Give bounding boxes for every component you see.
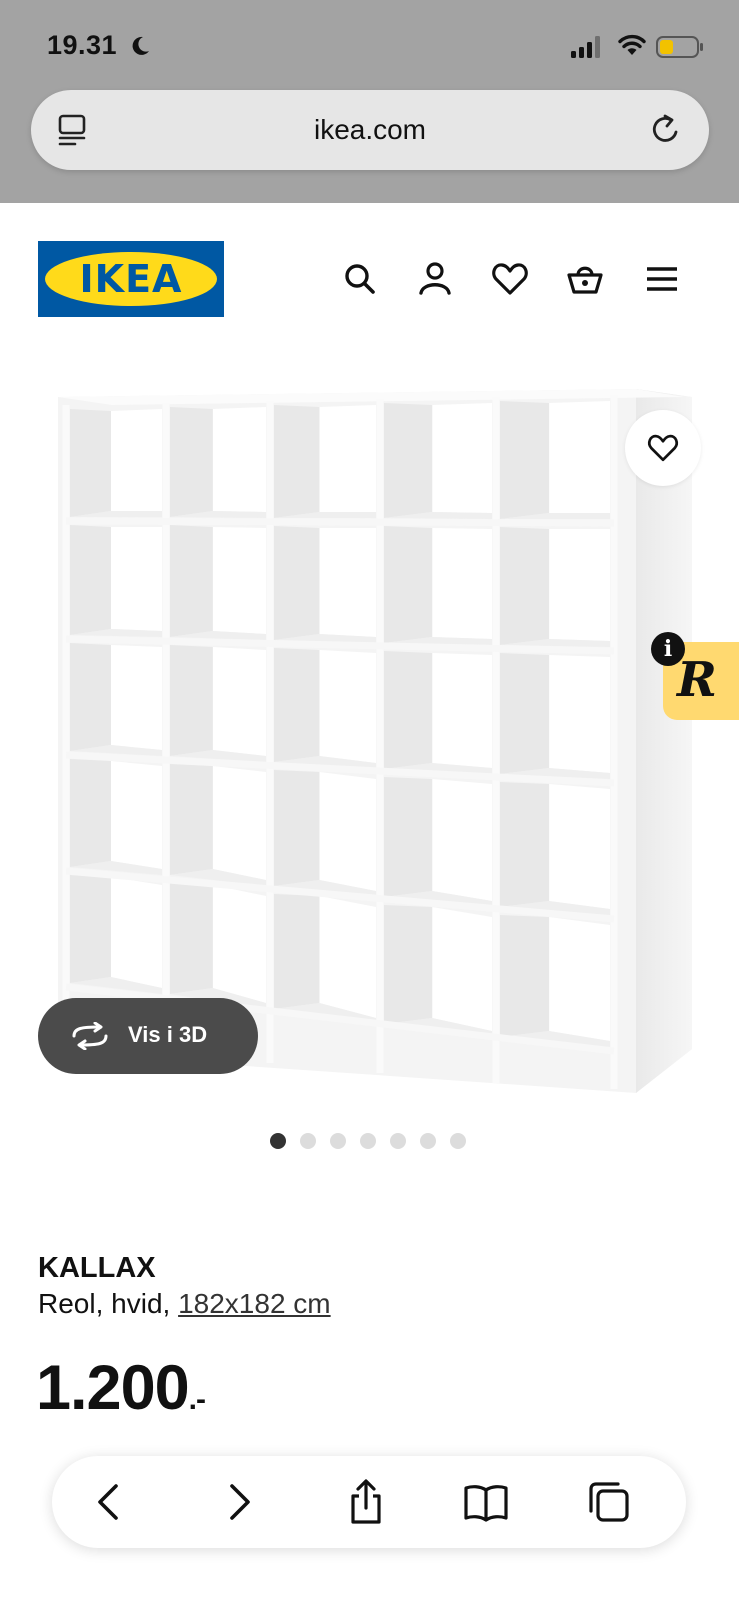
browser-top-chrome: 19.31 ikea.com	[0, 0, 739, 203]
reload-icon[interactable]	[649, 112, 683, 148]
carousel-dot[interactable]	[270, 1133, 286, 1149]
view-in-3d-label: Vis i 3D	[128, 1022, 208, 1047]
cellular-signal-icon	[571, 36, 600, 58]
rakuten-r-icon: R	[677, 652, 717, 708]
ikea-logo[interactable]: IKEA	[38, 241, 224, 317]
product-name: KALLAX	[38, 1252, 156, 1284]
account-icon[interactable]	[416, 260, 454, 298]
basket-icon[interactable]	[566, 260, 604, 298]
svg-text:IKEA: IKEA	[80, 257, 183, 301]
product-size-link[interactable]: 182x182 cm	[178, 1288, 331, 1319]
wifi-icon	[618, 34, 646, 55]
share-icon[interactable]	[342, 1478, 390, 1526]
heart-icon[interactable]	[491, 260, 529, 298]
product-description: Reol, hvid, 182x182 cm	[38, 1288, 331, 1320]
favourite-button[interactable]	[625, 410, 701, 486]
moon-icon	[132, 36, 149, 55]
browser-bottom-toolbar	[52, 1456, 686, 1548]
carousel-dot[interactable]	[450, 1133, 466, 1149]
product-price: 1.200.-	[36, 1352, 206, 1424]
battery-icon	[656, 36, 703, 58]
image-carousel-dots	[270, 1133, 466, 1149]
rotate-3d-icon	[72, 1022, 108, 1050]
search-icon[interactable]	[341, 260, 379, 298]
view-in-3d-button[interactable]: Vis i 3D	[38, 998, 258, 1074]
url-text[interactable]: ikea.com	[31, 114, 709, 146]
menu-icon[interactable]	[643, 260, 681, 298]
status-bar: 19.31	[0, 0, 739, 90]
status-time: 19.31	[47, 30, 118, 60]
carousel-dot[interactable]	[300, 1133, 316, 1149]
price-value: 1.200	[36, 1353, 190, 1423]
tabs-icon[interactable]	[585, 1478, 633, 1526]
product-image[interactable]	[52, 383, 694, 1101]
info-icon[interactable]: i	[651, 632, 685, 666]
address-bar[interactable]: ikea.com	[31, 90, 709, 170]
bookmarks-icon[interactable]	[462, 1478, 510, 1526]
carousel-dot[interactable]	[420, 1133, 436, 1149]
shelf-compartments	[70, 401, 610, 1047]
carousel-dot[interactable]	[390, 1133, 406, 1149]
price-suffix: .-	[188, 1383, 206, 1416]
carousel-dot[interactable]	[330, 1133, 346, 1149]
carousel-dot[interactable]	[360, 1133, 376, 1149]
back-icon[interactable]	[86, 1478, 134, 1526]
heart-icon	[648, 434, 678, 462]
forward-icon[interactable]	[214, 1478, 262, 1526]
product-description-text: Reol, hvid,	[38, 1288, 171, 1319]
